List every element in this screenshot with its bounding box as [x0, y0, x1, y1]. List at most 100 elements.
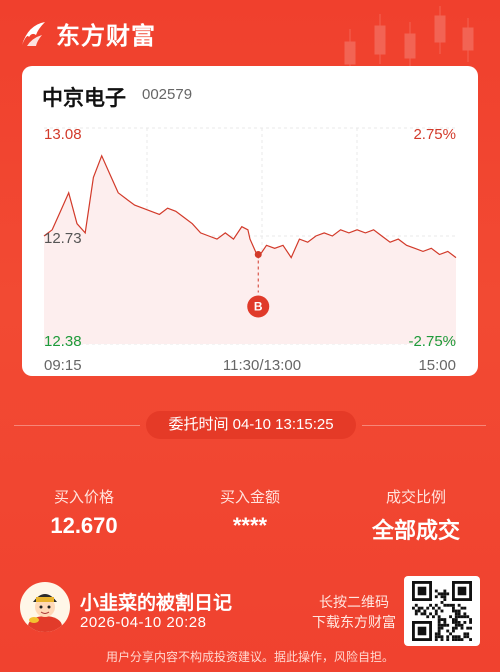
qr-module	[454, 635, 458, 639]
qr-module	[452, 626, 455, 630]
qr-module	[443, 589, 447, 593]
qr-module	[429, 612, 432, 616]
x-tick-open: 09:15	[44, 357, 82, 374]
buy-marker-dot	[254, 251, 262, 259]
download-hint: 长按二维码 下载东方财富	[312, 592, 396, 632]
qr-module	[434, 632, 438, 636]
qr-module	[434, 589, 438, 593]
qr-module	[437, 621, 441, 624]
stat-label: 成交比例	[385, 489, 446, 506]
brand: 东方财富	[18, 16, 156, 51]
download-qr-code[interactable]	[404, 576, 480, 646]
qr-module	[440, 635, 444, 639]
qr-module	[443, 595, 447, 599]
qr-module	[454, 609, 458, 613]
qr-module	[446, 635, 450, 639]
entrust-time: 委托时间 04-10 13:15:25	[146, 411, 356, 439]
qr-module	[440, 601, 444, 604]
qr-module	[443, 603, 447, 607]
qr-module	[443, 623, 447, 627]
avatar[interactable]	[20, 582, 70, 632]
candlestick-decoration-icon	[344, 6, 474, 72]
qr-module	[440, 592, 444, 596]
stat-label: 买入价格	[53, 489, 114, 506]
qr-module	[437, 632, 441, 636]
qr-module	[460, 638, 464, 641]
y-label-mid: 12.73	[44, 230, 82, 247]
y-label-high: 13.08	[44, 126, 82, 143]
qr-module	[443, 592, 447, 596]
stat-value: 12.670	[50, 513, 118, 538]
qr-module	[446, 623, 450, 627]
qr-module	[452, 618, 455, 621]
qr-module	[457, 638, 461, 641]
qr-module	[437, 592, 441, 596]
stat-label: 买入金额	[219, 489, 280, 506]
y-pct-low: -2.75%	[408, 333, 456, 350]
stat-value: 全部成交	[371, 518, 460, 543]
qr-module	[452, 638, 455, 641]
qr-module	[457, 603, 461, 607]
qr-module	[454, 623, 458, 627]
qr-module	[440, 609, 444, 613]
qr-module	[466, 635, 470, 639]
qr-module	[454, 621, 458, 624]
stat-fill-ratio: 成交比例 全部成交	[336, 486, 496, 545]
stat-buy-price: 买入价格 12.670	[4, 486, 164, 539]
qr-module	[440, 623, 444, 627]
brand-name: 东方财富	[56, 23, 156, 50]
qr-module	[437, 635, 441, 639]
y-label-low: 12.38	[44, 333, 82, 350]
qr-module	[449, 632, 452, 636]
share-date: 2026-04-10 20:28	[80, 614, 207, 631]
stock-chart-card: 中京电子 002579 B 13.08 12.73 12.38 2.75% -2…	[22, 66, 478, 376]
qr-module	[437, 618, 441, 621]
qr-module	[460, 615, 464, 619]
qr-module	[423, 612, 427, 616]
stat-buy-amount: 买入金额 ****	[170, 486, 330, 539]
download-hint-line2: 下载东方财富	[312, 614, 396, 630]
qr-module	[420, 606, 424, 610]
qr-finder	[417, 626, 427, 636]
qr-module	[457, 621, 461, 624]
qr-finder	[417, 586, 427, 596]
qr-module	[429, 603, 432, 607]
qr-module	[443, 621, 447, 624]
qr-module	[460, 606, 464, 610]
qr-module	[469, 618, 472, 621]
qr-module	[457, 635, 461, 639]
qr-module	[449, 615, 452, 619]
qr-module	[463, 612, 467, 616]
qr-module	[463, 621, 467, 624]
qr-module	[434, 638, 438, 641]
qr-module	[426, 606, 430, 610]
intraday-chart: B 13.08 12.73 12.38 2.75% -2.75% 09:15 1…	[43, 126, 457, 374]
qr-module	[440, 638, 444, 641]
x-tick-close: 15:00	[418, 357, 456, 374]
qr-module	[454, 626, 458, 630]
qr-module	[434, 612, 438, 616]
qr-module	[432, 606, 435, 610]
qr-module	[414, 609, 418, 613]
qr-module	[460, 626, 464, 630]
qr-module	[414, 612, 418, 616]
qr-module	[452, 621, 455, 624]
divider-right	[362, 425, 486, 426]
qr-module	[452, 635, 455, 639]
qr-module	[452, 603, 455, 607]
qr-module	[437, 615, 441, 619]
qr-module	[463, 632, 467, 636]
download-hint-line1: 长按二维码	[319, 594, 389, 610]
qr-module	[434, 609, 438, 613]
qr-module	[469, 638, 472, 641]
qr-module	[469, 621, 472, 624]
qr-module	[463, 606, 467, 610]
x-tick-midday: 11:30/13:00	[223, 357, 301, 374]
qr-module	[420, 612, 424, 616]
qr-module	[454, 618, 458, 621]
user-nickname: 小韭菜的被割日记	[80, 593, 233, 614]
disclaimer: 用户分享内容不构成投资建议。据此操作，风险自担。	[105, 650, 394, 664]
qr-module	[417, 609, 421, 613]
qr-module	[440, 618, 444, 621]
qr-module	[463, 615, 467, 619]
